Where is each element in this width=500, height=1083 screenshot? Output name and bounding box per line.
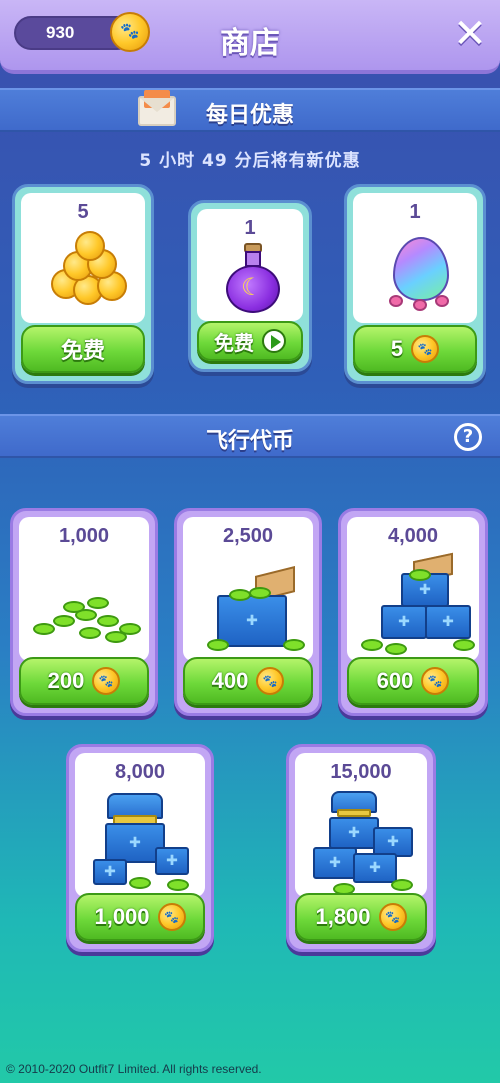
item-quantity: 5 [77,201,89,223]
daily-deals-banner: 每日优惠 [0,88,500,132]
token-pile-art [33,587,143,647]
card-inner: 15,000 ✚ ✚ ✚ ✚ [295,753,427,897]
price-label: 1,800 [315,904,371,929]
token-chest-art: ✚ ✚ ✚ [93,793,197,893]
button-label: 免费 [60,338,105,363]
buy-tokens-button[interactable]: 400 🐾 [183,657,313,705]
card-inner: 1 ☾ [197,209,303,321]
price-label: 1,000 [94,904,150,929]
paw-coin-icon: 🐾 [92,667,121,695]
daily-card-gold[interactable]: 5 免费 [12,184,154,384]
card-inner: 2,500 ✚ [183,517,313,661]
price-label: 600 [376,668,414,693]
token-chests-art: ✚ ✚ ✚ ✚ [313,791,421,895]
card-inner: 1 [353,193,477,323]
page-title: 商店 [220,26,280,61]
token-card-15000[interactable]: 15,000 ✚ ✚ ✚ ✚ 1,800 🐾 [286,744,436,952]
token-card-2500[interactable]: 2,500 ✚ 400 🐾 [174,508,322,716]
flight-tokens-title: 飞行代币 [205,429,294,454]
daily-card-potion[interactable]: 1 ☾ 免费 [188,200,312,372]
token-card-8000[interactable]: 8,000 ✚ ✚ ✚ 1,000 🐾 [66,744,214,952]
daily-deals-title: 每日优惠 [205,103,294,128]
claim-free-button[interactable]: 免费 [21,325,145,373]
paw-coin-icon: 🐾 [157,903,186,931]
gold-coins-art [51,231,131,305]
help-icon[interactable]: ? [454,423,482,451]
buy-tokens-button[interactable]: 1,000 🐾 [75,893,205,941]
daily-card-egg[interactable]: 1 5 🐾 [344,184,486,384]
button-label: 免费 [214,332,254,355]
buy-tokens-button[interactable]: 200 🐾 [19,657,149,705]
token-box-art: ✚ [207,565,305,655]
buy-tokens-button[interactable]: 600 🐾 [347,657,479,705]
buy-tokens-button[interactable]: 1,800 🐾 [295,893,427,941]
copyright-text: © 2010-2020 Outfit7 Limited. All rights … [6,1062,262,1076]
close-icon[interactable]: ✕ [450,14,490,54]
magic-potion-art: ☾ [223,243,283,315]
item-quantity: 1 [409,201,421,223]
paw-coin-icon: 🐾 [256,667,285,695]
buy-egg-button[interactable]: 5 🐾 [353,325,477,373]
price-label: 200 [47,668,85,693]
card-inner: 8,000 ✚ ✚ ✚ [75,753,205,897]
flight-tokens-banner: 飞行代币 ? [0,414,500,458]
card-inner: 1,000 [19,517,149,661]
rainbow-egg-art [389,237,453,317]
card-inner: 4,000 ✚ ✚ ✚ [347,517,479,661]
token-quantity: 2,500 [222,525,274,547]
price-label: 400 [211,668,249,693]
play-video-icon [262,329,286,353]
token-boxes-art: ✚ ✚ ✚ [361,552,477,657]
token-quantity: 1,000 [58,525,110,547]
token-card-4000[interactable]: 4,000 ✚ ✚ ✚ 600 🐾 [338,508,488,716]
offer-timer: 5 小时 49 分后将有新优惠 [139,151,361,171]
paw-coin-icon: 🐾 [378,903,407,931]
paw-coin-icon: 🐾 [421,667,450,695]
token-card-1000[interactable]: 1,000 200 🐾 [10,508,158,716]
shop-header: 930 🐾 商店 ✕ [0,0,500,74]
token-quantity: 4,000 [387,525,439,547]
token-quantity: 15,000 [330,761,392,783]
token-quantity: 8,000 [114,761,166,783]
card-inner: 5 [21,193,145,323]
price-label: 5 [390,336,404,361]
watch-video-free-button[interactable]: 免费 [197,321,303,361]
paw-coin-icon: 🐾 [411,335,440,363]
item-quantity: 1 [244,217,256,239]
